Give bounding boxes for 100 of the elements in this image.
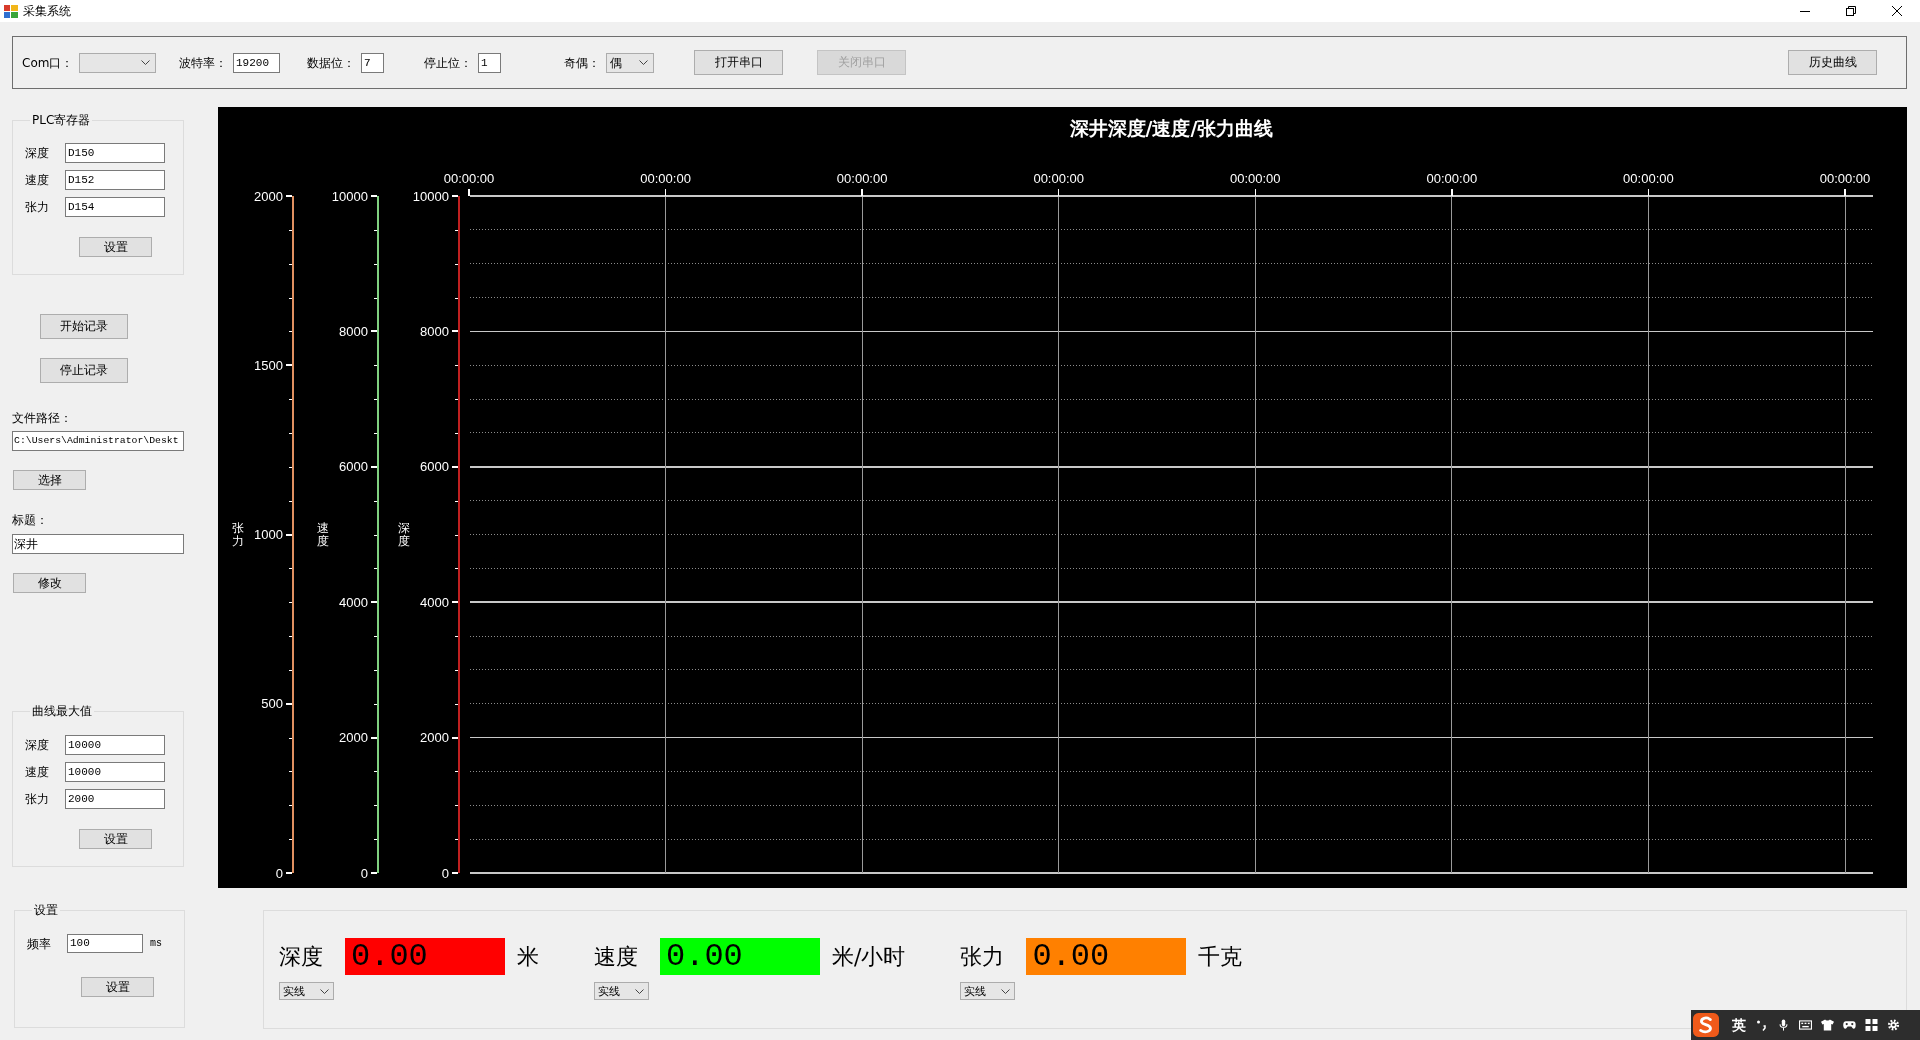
readout-label: 深度: [279, 943, 323, 970]
shirt-icon[interactable]: [1821, 1019, 1834, 1031]
axis-tick-label: 4000: [420, 594, 449, 610]
axis-tick-label: 6000: [339, 459, 368, 475]
logo-icon[interactable]: [1693, 1013, 1719, 1037]
app-icon: [4, 4, 18, 18]
text-field[interactable]: 10000: [65, 735, 165, 755]
text-field[interactable]: D152: [65, 170, 165, 190]
text-field[interactable]: 10000: [65, 762, 165, 782]
caret-icon: [320, 988, 329, 994]
axis-title: 张力: [232, 521, 244, 548]
group-title: 设置: [33, 903, 59, 917]
punctuation-icon[interactable]: [1755, 1019, 1768, 1031]
gamepad-icon[interactable]: [1843, 1019, 1856, 1031]
axis-tick-label: 8000: [420, 323, 449, 339]
text-field[interactable]: D154: [65, 197, 165, 217]
caret-icon: [1001, 988, 1011, 994]
field-label: 深度: [25, 146, 50, 160]
set-button[interactable]: 设置: [79, 237, 152, 257]
caret-icon: [635, 988, 644, 994]
axis-tick-label: 2000: [420, 730, 449, 746]
line-style-dropdown[interactable]: 实线: [960, 982, 1016, 1000]
text-field[interactable]: 7: [361, 52, 384, 73]
value-display: 0.00: [660, 938, 820, 975]
text-field[interactable]: 2000: [65, 789, 165, 809]
time-tick-label: 00:00:00: [443, 170, 495, 186]
axis-tick-label: 1500: [254, 357, 283, 373]
unit-label: 米: [517, 943, 539, 970]
field-label: 张力: [25, 200, 50, 214]
readout-label: 速度: [594, 943, 638, 970]
time-tick-label: 00:00:00: [1033, 170, 1084, 186]
set-button[interactable]: 设置: [79, 829, 152, 849]
edit-button[interactable]: 修改: [13, 573, 86, 593]
title-field[interactable]: 深井: [12, 534, 184, 554]
caret-icon: [639, 60, 648, 65]
time-tick-label: 00:00:00: [1819, 170, 1871, 186]
line-style-dropdown[interactable]: 实线: [594, 982, 649, 1000]
field-label: 文件路径：: [12, 411, 72, 425]
path-field[interactable]: C:\Users\Administrator\Deskt: [12, 431, 184, 451]
browse-button[interactable]: 选择: [13, 470, 86, 490]
axis-tick-label: 500: [261, 696, 283, 712]
axis-tick-label: 0: [275, 865, 283, 881]
history-button[interactable]: 历史曲线: [1788, 50, 1877, 75]
time-tick-label: 00:00:00: [1623, 170, 1674, 186]
microphone-icon[interactable]: [1777, 1019, 1790, 1031]
axis-tick-label: 6000: [420, 459, 449, 475]
axis-tick-label: 0: [360, 865, 368, 881]
field-label: 标题：: [12, 513, 48, 527]
restore-icon: [1846, 6, 1856, 16]
field-label: 频率: [27, 936, 52, 951]
field-label: 深度: [25, 738, 50, 752]
value-display: 0.00: [1026, 938, 1187, 975]
unit-label: 千克: [1198, 943, 1243, 970]
axis-tick-label: 0: [441, 865, 449, 881]
field-label: Com口：: [22, 55, 74, 70]
time-tick-label: 00:00:00: [836, 170, 888, 186]
text-field[interactable]: 19200: [233, 52, 280, 73]
field-label: 停止位：: [424, 55, 472, 70]
field-label: 速度: [25, 765, 50, 779]
unit-label: 米/小时: [832, 943, 906, 970]
axis-tick-label: 4000: [339, 594, 368, 610]
close-icon: [1892, 6, 1902, 16]
axis-tick-label: 2000: [339, 730, 368, 746]
field-label: 速度: [25, 173, 50, 187]
axis-title: 速度: [317, 521, 329, 548]
text-field[interactable]: 1: [478, 52, 501, 73]
axis-title: 深度: [398, 521, 410, 548]
dropdown[interactable]: 偶: [606, 52, 654, 73]
record-button[interactable]: 开始记录: [40, 314, 128, 339]
port-button[interactable]: 打开串口: [694, 50, 783, 75]
minimize-icon: [1800, 10, 1810, 12]
record-button[interactable]: 停止记录: [40, 358, 128, 383]
value-display: 0.00: [345, 938, 505, 975]
field-label: 张力: [25, 792, 50, 806]
field-label: 数据位：: [307, 55, 355, 70]
time-tick-label: 00:00:00: [640, 170, 691, 186]
axis-tick-label: 10000: [412, 188, 449, 204]
input-mode-toggle[interactable]: 英: [1732, 1017, 1746, 1033]
chart-title: 深井深度/速度/张力曲线: [1069, 117, 1274, 139]
axis-tick-label: 2000: [254, 188, 283, 204]
text-field[interactable]: 100: [67, 934, 143, 953]
axis-tick-label: 8000: [339, 323, 368, 339]
grid-icon[interactable]: [1865, 1019, 1878, 1031]
window-title: 采集系统: [23, 4, 71, 18]
axis-tick-label: 10000: [331, 188, 368, 204]
field-label: 奇偶：: [564, 55, 600, 70]
caret-icon: [141, 60, 151, 65]
unit-label: ms: [150, 938, 162, 949]
group-title: PLC寄存器: [31, 113, 92, 127]
text-field[interactable]: D150: [65, 143, 165, 163]
keyboard-icon[interactable]: [1799, 1019, 1812, 1031]
line-style-dropdown[interactable]: 实线: [279, 982, 334, 1000]
axis-tick-label: 1000: [254, 527, 283, 542]
readout-label: 张力: [960, 943, 1005, 970]
settings-icon[interactable]: [1887, 1019, 1900, 1031]
group-title: 曲线最大值: [31, 704, 93, 718]
time-tick-label: 00:00:00: [1230, 170, 1281, 186]
field-label: 波特率：: [179, 55, 227, 70]
time-tick-label: 00:00:00: [1426, 170, 1478, 186]
set-button[interactable]: 设置: [81, 977, 154, 997]
